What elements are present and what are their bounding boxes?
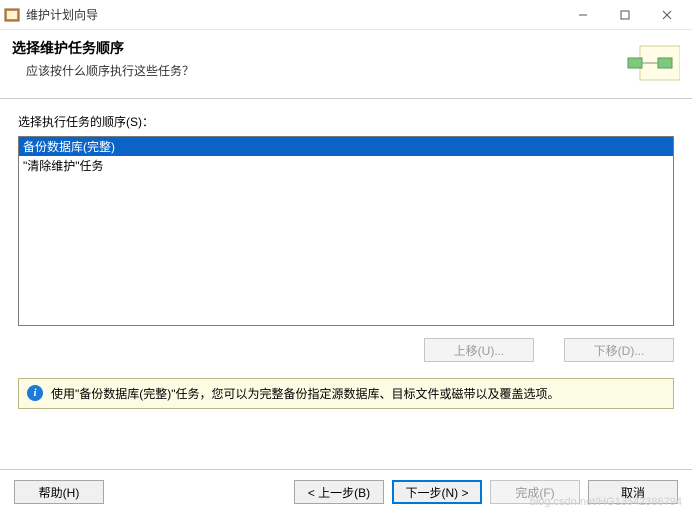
help-button[interactable]: 帮助(H) (14, 480, 104, 504)
header-text: 选择维护任务顺序 应该按什么顺序执行这些任务？ (12, 38, 194, 88)
header-graphic-icon (620, 38, 680, 88)
move-down-button[interactable]: 下移(D)... (564, 338, 674, 362)
window-controls (562, 1, 688, 29)
info-bar: i 使用"备份数据库(完整)"任务，您可以为完整备份指定源数据库、目标文件或磁带… (18, 378, 674, 409)
info-icon: i (27, 385, 43, 401)
list-label: 选择执行任务的顺序(S)： (18, 113, 674, 130)
move-buttons-row: 上移(U)... 下移(D)... (18, 338, 674, 362)
list-item[interactable]: 备份数据库(完整) (19, 137, 673, 156)
finish-button[interactable]: 完成(F) (490, 480, 580, 504)
wizard-footer: 帮助(H) < 上一步(B) 下一步(N) > 完成(F) 取消 (0, 469, 692, 514)
cancel-button[interactable]: 取消 (588, 480, 678, 504)
minimize-button[interactable] (562, 1, 604, 29)
maximize-button[interactable] (604, 1, 646, 29)
back-button[interactable]: < 上一步(B) (294, 480, 384, 504)
task-order-listbox[interactable]: 备份数据库(完整)"清除维护"任务 (18, 136, 674, 326)
app-icon (4, 7, 20, 23)
content-area: 选择执行任务的顺序(S)： 备份数据库(完整)"清除维护"任务 上移(U)...… (0, 99, 692, 362)
titlebar: 维护计划向导 (0, 0, 692, 30)
page-heading: 选择维护任务顺序 (12, 38, 194, 58)
wizard-header: 选择维护任务顺序 应该按什么顺序执行这些任务？ (0, 30, 692, 99)
close-button[interactable] (646, 1, 688, 29)
list-item[interactable]: "清除维护"任务 (19, 156, 673, 175)
info-text: 使用"备份数据库(完整)"任务，您可以为完整备份指定源数据库、目标文件或磁带以及… (51, 385, 560, 402)
move-up-button[interactable]: 上移(U)... (424, 338, 534, 362)
next-button[interactable]: 下一步(N) > (392, 480, 482, 504)
window-title: 维护计划向导 (26, 6, 98, 23)
page-subheading: 应该按什么顺序执行这些任务？ (26, 62, 194, 79)
